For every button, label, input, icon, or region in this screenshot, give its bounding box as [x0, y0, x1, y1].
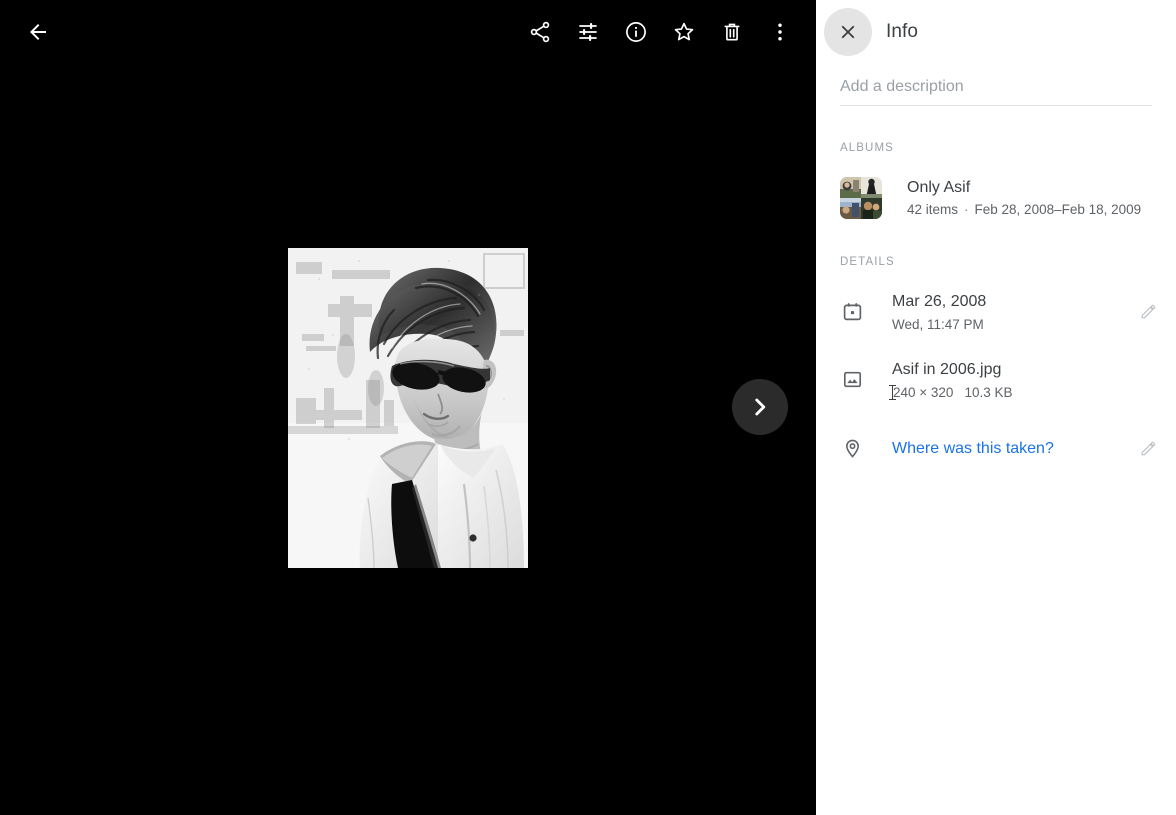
close-info-button[interactable] — [824, 8, 872, 56]
chevron-right-icon — [755, 398, 766, 416]
favorite-button[interactable] — [660, 8, 708, 56]
album-title: Only Asif — [907, 179, 971, 196]
more-options-button[interactable] — [756, 8, 804, 56]
album-date-range: Feb 28, 2008–Feb 18, 2009 — [974, 202, 1142, 217]
edit-location-button[interactable] — [1136, 436, 1160, 460]
info-icon — [626, 22, 646, 42]
edit-button[interactable] — [564, 8, 612, 56]
share-button[interactable] — [516, 8, 564, 56]
location-link[interactable]: Where was this taken? — [892, 437, 1136, 460]
text-cursor — [889, 385, 896, 400]
back-arrow-icon — [30, 24, 46, 40]
details-section-label: DETAILS — [840, 256, 895, 268]
photo-viewer — [0, 0, 816, 815]
date-info: Mar 26, 2008 Wed, 11:47 PM — [892, 290, 1136, 335]
description-input[interactable] — [840, 78, 1152, 96]
albums-section-label: ALBUMS — [840, 142, 894, 154]
detail-row-date[interactable]: Mar 26, 2008 Wed, 11:47 PM — [816, 290, 1176, 336]
info-panel: Info ALBUMS — [816, 0, 1176, 815]
info-panel-header: Info — [816, 0, 1176, 64]
edit-date-button[interactable] — [1136, 299, 1160, 323]
photo-image[interactable] — [288, 248, 528, 568]
album-info: Only Asif 42 items · Feb 28, 2008–Feb 18, … — [907, 177, 1141, 219]
back-button[interactable] — [14, 8, 62, 56]
photo-viewer-app: Info ALBUMS — [0, 0, 1176, 815]
file-info: Asif in 2006.jpg 240 × 320 10.3 KB — [889, 358, 1160, 403]
share-icon — [530, 21, 550, 43]
close-icon — [841, 25, 855, 39]
delete-button[interactable] — [708, 8, 756, 56]
photo-time: Wed, 11:47 PM — [892, 317, 984, 332]
trash-icon — [724, 23, 740, 41]
pencil-icon — [1141, 304, 1155, 318]
file-dimensions: 240 × 320 — [893, 385, 954, 400]
detail-row-file[interactable]: Asif in 2006.jpg 240 × 320 10.3 KB — [816, 358, 1176, 404]
calendar-icon — [840, 299, 864, 323]
album-item-count: 42 items — [907, 202, 959, 217]
more-vert-icon — [778, 23, 782, 41]
detail-row-location[interactable]: Where was this taken? — [816, 432, 1176, 464]
viewer-toolbar — [0, 0, 816, 64]
info-button[interactable] — [612, 8, 660, 56]
next-photo-button[interactable] — [732, 379, 788, 435]
file-meta: 240 × 320 10.3 KB — [889, 382, 1160, 403]
location-pin-icon — [840, 436, 864, 460]
album-list-item[interactable]: Only Asif 42 items · Feb 28, 2008–Feb 18, … — [816, 170, 1176, 226]
pencil-icon — [1141, 441, 1155, 455]
album-collage-icon — [840, 177, 882, 219]
album-thumbnail — [840, 177, 882, 219]
photo-date: Mar 26, 2008 — [892, 293, 987, 310]
star-icon — [674, 22, 694, 41]
album-subtitle: 42 items · Feb 28, 2008–Feb 18, 2009 — [907, 200, 1141, 219]
tune-icon — [579, 23, 597, 41]
file-name: Asif in 2006.jpg — [892, 361, 1002, 378]
viewer-actions — [516, 8, 816, 56]
album-separator: · — [964, 202, 969, 217]
location-info: Where was this taken? — [892, 437, 1136, 460]
info-panel-title: Info — [886, 21, 919, 42]
image-glyph — [843, 371, 861, 387]
location-pin-glyph — [845, 439, 859, 458]
calendar-glyph — [843, 302, 861, 320]
image-icon — [840, 367, 864, 391]
description-field[interactable] — [840, 78, 1152, 106]
photo-graphic — [288, 248, 528, 568]
file-size: 10.3 KB — [964, 385, 1013, 400]
